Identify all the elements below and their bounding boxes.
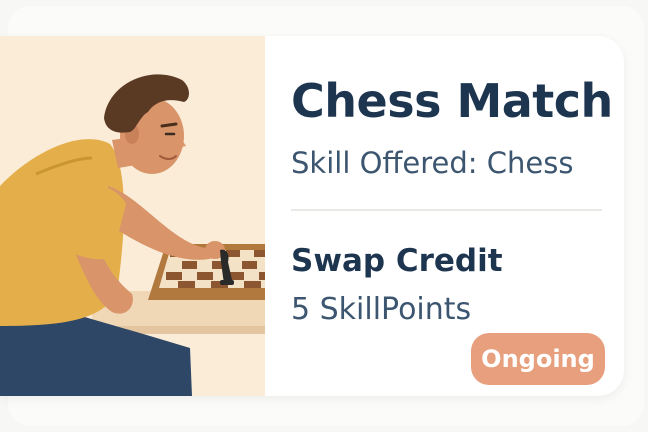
status-badge[interactable]: Ongoing (471, 333, 605, 385)
card-title: Chess Match (291, 74, 613, 128)
skill-offered-label: Skill Offered: (291, 146, 478, 180)
card-info: Chess Match Skill Offered: Chess Swap Cr… (265, 36, 624, 396)
stage: Chess Match Skill Offered: Chess Swap Cr… (0, 0, 648, 432)
skill-offered: Skill Offered: Chess (291, 146, 573, 180)
arm (108, 186, 214, 260)
skill-offered-value: Chess (486, 146, 574, 180)
swap-card[interactable]: Chess Match Skill Offered: Chess Swap Cr… (0, 36, 624, 396)
swap-credit-heading: Swap Credit (291, 243, 503, 279)
swap-credit-value: 5 SkillPoints (291, 292, 472, 327)
chess-player-illustration (0, 36, 265, 396)
divider (291, 209, 602, 211)
